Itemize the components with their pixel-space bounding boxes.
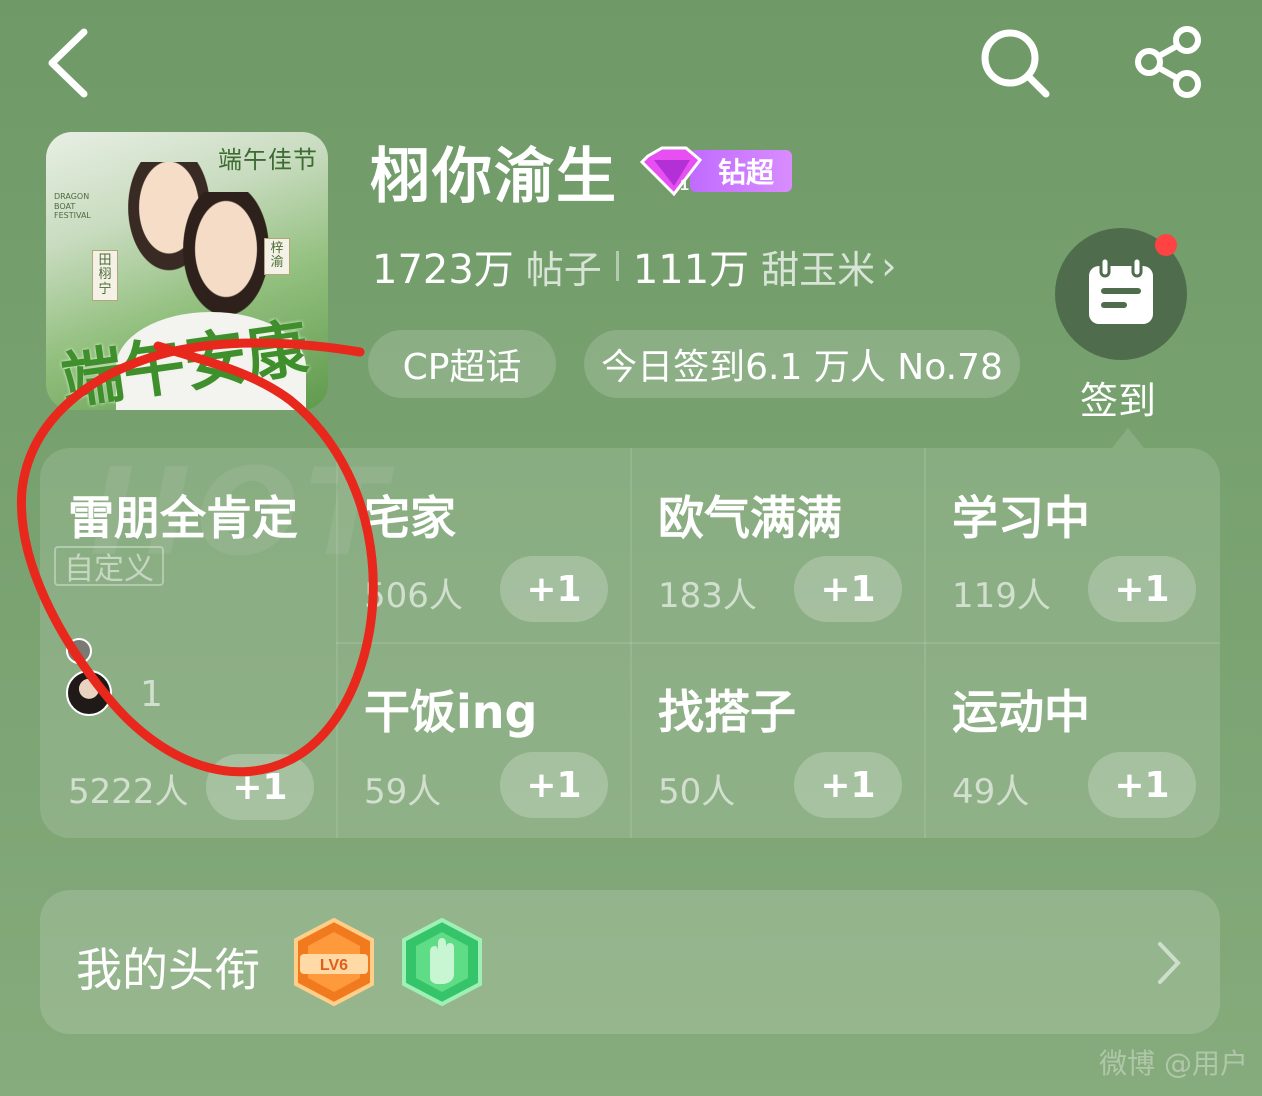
mood-cell[interactable]: 干饭ing 59人 +1 — [336, 644, 630, 838]
topic-stats[interactable]: 1723万 帖子 111万 甜玉米 › — [372, 240, 897, 293]
mood-status-panel: HOT 雷朋全肯定 自定义 1 5222人 +1 宅家 506人 +1 欧气满满… — [40, 448, 1220, 838]
mood-cell[interactable]: 学习中 119人 +1 — [924, 448, 1220, 642]
posts-label: 帖子 — [525, 247, 602, 292]
share-icon[interactable] — [1132, 26, 1206, 98]
mood-title: 雷朋全肯定 — [68, 491, 298, 545]
diamond-super-badge[interactable]: 钻超 1 — [640, 146, 792, 196]
plus-one-button[interactable]: +1 — [500, 752, 608, 818]
stats-divider — [615, 251, 619, 281]
plus-one-button[interactable]: +1 — [1088, 752, 1196, 818]
mood-count: 49人 — [952, 772, 1030, 812]
cover-tag-right: 梓渝 — [264, 238, 290, 275]
my-title-bar[interactable]: 我的头衔 LV6 — [40, 890, 1220, 1034]
plus-one-button[interactable]: +1 — [206, 754, 314, 820]
cover-tag-left: 田栩宁 — [92, 250, 118, 301]
posts-count: 1723万 — [372, 247, 514, 293]
chevron-right-icon — [1158, 942, 1181, 984]
fans-label: 甜玉米 — [761, 247, 876, 292]
diamond-icon: 1 — [640, 146, 703, 196]
cover-tiny-text: DRAGON BOAT FESTIVAL — [54, 192, 91, 221]
mood-count: 5222人 — [68, 772, 189, 812]
avatar — [66, 638, 92, 664]
level-badge-text: LV6 — [320, 957, 348, 974]
custom-tag: 自定义 — [54, 546, 164, 587]
mood-title: 欧气满满 — [658, 491, 842, 545]
signin-label: 签到 — [1080, 379, 1157, 423]
cp-chip-label: CP超话 — [402, 347, 522, 388]
plus-one-button[interactable]: +1 — [794, 752, 902, 818]
level-badge-icon: LV6 — [294, 918, 374, 1006]
chevron-right-icon: › — [881, 244, 897, 288]
search-icon[interactable] — [978, 28, 1052, 100]
avatar — [66, 670, 112, 716]
back-arrow-icon[interactable] — [44, 28, 94, 98]
badge-label: 钻超 — [717, 156, 774, 189]
source-watermark: 微博 @用户 — [1099, 1047, 1248, 1080]
panel-pointer — [1112, 428, 1144, 448]
mood-title: 学习中 — [952, 491, 1090, 545]
plus-one-button[interactable]: +1 — [1088, 556, 1196, 622]
mood-title: 找搭子 — [658, 685, 796, 739]
plus-one-button[interactable]: +1 — [794, 556, 902, 622]
mood-count: 50人 — [658, 772, 736, 812]
avatar-count: 1 — [140, 674, 163, 715]
calendar-icon — [1089, 256, 1153, 324]
mood-cell[interactable]: 找搭子 50人 +1 — [630, 644, 924, 838]
mood-count: 59人 — [364, 772, 442, 812]
topic-cover-image[interactable]: 端午佳节 DRAGON BOAT FESTIVAL 田栩宁 梓渝 端午安康 — [46, 132, 328, 410]
my-title-label: 我的头衔 — [76, 943, 260, 997]
mood-cell-custom[interactable]: 雷朋全肯定 自定义 1 5222人 +1 — [40, 448, 336, 838]
notification-dot — [1155, 234, 1177, 256]
mood-title: 宅家 — [364, 491, 456, 545]
mood-cell[interactable]: 运动中 49人 +1 — [924, 644, 1220, 838]
mood-cell[interactable]: 宅家 506人 +1 — [336, 448, 630, 642]
plus-one-button[interactable]: +1 — [500, 556, 608, 622]
topic-title: 栩你渝生 — [370, 142, 618, 212]
cp-topic-chip[interactable]: CP超话 — [368, 330, 556, 398]
fans-count: 111万 — [632, 247, 750, 293]
waving-hand-badge-icon — [402, 918, 482, 1006]
mood-count: 183人 — [658, 576, 757, 616]
cover-top-text: 端午佳节 — [218, 146, 318, 174]
checkin-chip-label: 今日签到6.1 万人 No.78 — [601, 347, 1003, 388]
mood-count: 506人 — [364, 576, 463, 616]
mood-cell[interactable]: 欧气满满 183人 +1 — [630, 448, 924, 642]
checkin-rank-chip[interactable]: 今日签到6.1 万人 No.78 — [584, 330, 1020, 398]
mood-count: 119人 — [952, 576, 1051, 616]
svg-text:1: 1 — [680, 177, 689, 194]
mood-title: 运动中 — [952, 685, 1090, 739]
mood-title: 干饭ing — [364, 685, 538, 739]
